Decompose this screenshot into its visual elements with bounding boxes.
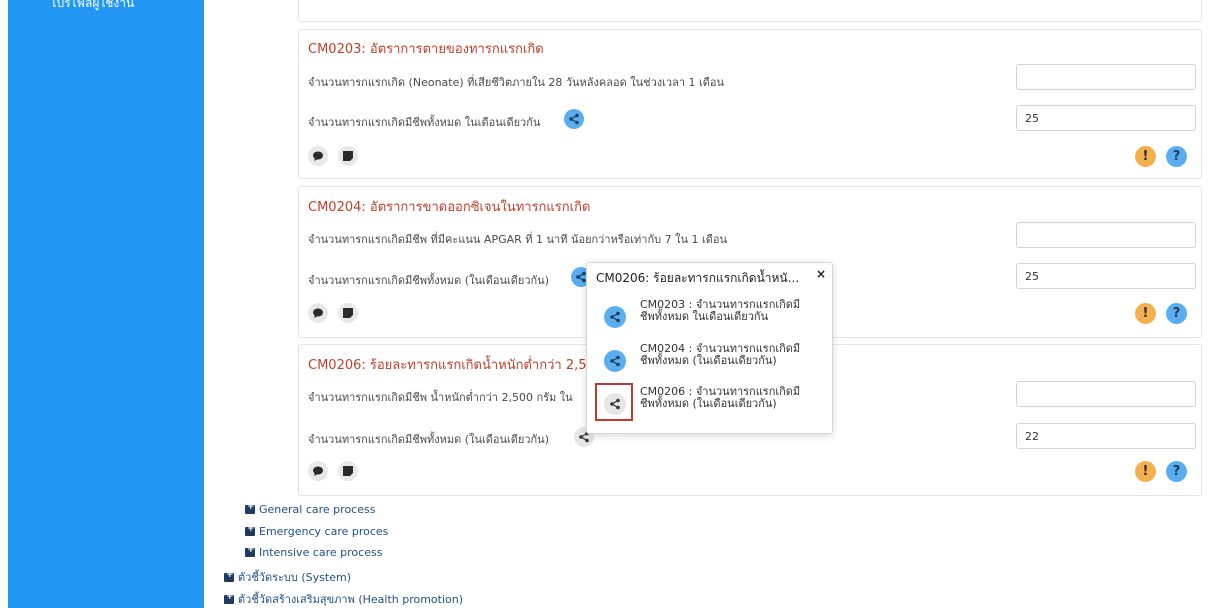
comment-button[interactable] [308, 303, 328, 323]
popover-item-line2: ชีพทั้งหมด (ในเดือนเดียวกัน) [640, 354, 777, 367]
numerator-input[interactable] [1016, 64, 1196, 90]
warning-button[interactable]: ! [1135, 461, 1156, 482]
help-button[interactable]: ? [1166, 146, 1187, 167]
indicator-title: CM0203: อัตราการตายของทารกแรกเกิด [308, 42, 544, 57]
popover-item-cm0206[interactable]: CM0206 : จำนวนทารกแรกเกิดมี ชีพทั้งหมด (ใ… [595, 383, 824, 422]
sidebar: โปรไฟล์ผู้ใช้งาน [8, 0, 204, 608]
share-popover: CM0206: ร้อยละทารกแรกเกิดน้ำหนั... × CM0… [586, 262, 833, 434]
folder-plus-icon [245, 545, 255, 557]
comment-button[interactable] [308, 461, 328, 481]
popover-item-line2: ชีพทั้งหมด ในเดือนเดียวกัน [640, 310, 769, 323]
folder-plus-icon [245, 502, 255, 514]
comment-icon [313, 466, 323, 476]
share-icon [610, 355, 620, 367]
note-icon [343, 466, 353, 476]
tree-item-label: Intensive care process [259, 546, 383, 559]
indicator-title: CM0206: ร้อยละทารกแรกเกิดน้ำหนักต่ำกว่า … [308, 358, 587, 373]
denominator-input[interactable]: 25 [1016, 263, 1196, 289]
indicator-card-cm0203: CM0203: อัตราการตายของทารกแรกเกิด จำนวนท… [298, 29, 1202, 179]
popover-item-cm0204[interactable]: CM0204 : จำนวนทารกแรกเกิดมี ชีพทั้งหมด (ใ… [596, 343, 824, 379]
tree-item-emergency-care[interactable]: Emergency care proces [245, 524, 389, 538]
comment-button[interactable] [308, 146, 328, 166]
folder-plus-icon [224, 570, 234, 582]
tree-item-system[interactable]: ตัวชี้วัดระบบ (System) [224, 568, 351, 586]
question-denominator: จำนวนทารกแรกเกิดมีชีพทั้งหมด ในเดือนเดีย… [308, 116, 541, 129]
popover-item-label: CM0206 : จำนวนทารกแรกเกิดมี ชีพทั้งหมด (ใ… [640, 386, 820, 410]
denominator-input[interactable]: 22 [1016, 423, 1196, 449]
share-button[interactable] [604, 350, 626, 372]
share-icon [610, 398, 620, 410]
warning-button[interactable]: ! [1135, 303, 1156, 324]
note-button[interactable] [338, 461, 358, 481]
share-button[interactable] [604, 393, 626, 415]
popover-item-label: CM0203 : จำนวนทารกแรกเกิดมี ชีพทั้งหมด ใน… [640, 299, 820, 323]
warning-button[interactable]: ! [1135, 146, 1156, 167]
comment-icon [313, 151, 323, 161]
share-button[interactable] [564, 109, 584, 129]
note-icon [343, 308, 353, 318]
popover-item-cm0203[interactable]: CM0203 : จำนวนทารกแรกเกิดมี ชีพทั้งหมด ใน… [596, 299, 824, 335]
numerator-input[interactable] [1016, 222, 1196, 248]
close-icon[interactable]: × [816, 267, 826, 281]
popover-item-label: CM0204 : จำนวนทารกแรกเกิดมี ชีพทั้งหมด (ใ… [640, 343, 820, 367]
question-numerator: จำนวนทารกแรกเกิดมีชีพ น้ำหนักต่ำกว่า 2,5… [308, 391, 573, 404]
share-icon [610, 311, 620, 323]
note-icon [343, 151, 353, 161]
sidebar-item-profile[interactable]: โปรไฟล์ผู้ใช้งาน [50, 0, 134, 13]
share-icon [569, 113, 579, 125]
question-numerator: จำนวนทารกแรกเกิดมีชีพ ที่มีคะแนน APGAR ท… [308, 233, 728, 246]
popover-title: CM0206: ร้อยละทารกแรกเกิดน้ำหนั... [596, 271, 800, 285]
folder-plus-icon [245, 524, 255, 536]
share-button[interactable] [604, 306, 626, 328]
denominator-input[interactable]: 25 [1016, 105, 1196, 131]
tree-item-general-care[interactable]: General care process [245, 502, 376, 516]
folder-plus-icon [224, 592, 234, 604]
help-button[interactable]: ? [1166, 461, 1187, 482]
note-button[interactable] [338, 303, 358, 323]
popover-item-line2: ชีพทั้งหมด (ในเดือนเดียวกัน) [640, 397, 777, 410]
previous-indicator-card [298, 0, 1202, 22]
help-button[interactable]: ? [1166, 303, 1187, 324]
tree-item-label: ตัวชี้วัดสร้างเสริมสุขภาพ (Health promot… [238, 593, 464, 606]
question-denominator: จำนวนทารกแรกเกิดมีชีพทั้งหมด (ในเดือนเดี… [308, 274, 549, 287]
comment-icon [313, 308, 323, 318]
tree-item-label: General care process [259, 503, 376, 516]
tree-item-label: ตัวชี้วัดระบบ (System) [238, 571, 351, 584]
indicator-title: CM0204: อัตราการขาดออกซิเจนในทารกแรกเกิด [308, 200, 591, 215]
numerator-input[interactable] [1016, 381, 1196, 407]
question-numerator: จำนวนทารกแรกเกิด (Neonate) ที่เสียชีวิตภ… [308, 76, 725, 89]
note-button[interactable] [338, 146, 358, 166]
tree-item-intensive-care[interactable]: Intensive care process [245, 545, 383, 559]
tree-item-health-promotion[interactable]: ตัวชี้วัดสร้างเสริมสุขภาพ (Health promot… [224, 590, 463, 608]
tree-item-label: Emergency care proces [259, 525, 389, 538]
question-denominator: จำนวนทารกแรกเกิดมีชีพทั้งหมด (ในเดือนเดี… [308, 433, 549, 446]
